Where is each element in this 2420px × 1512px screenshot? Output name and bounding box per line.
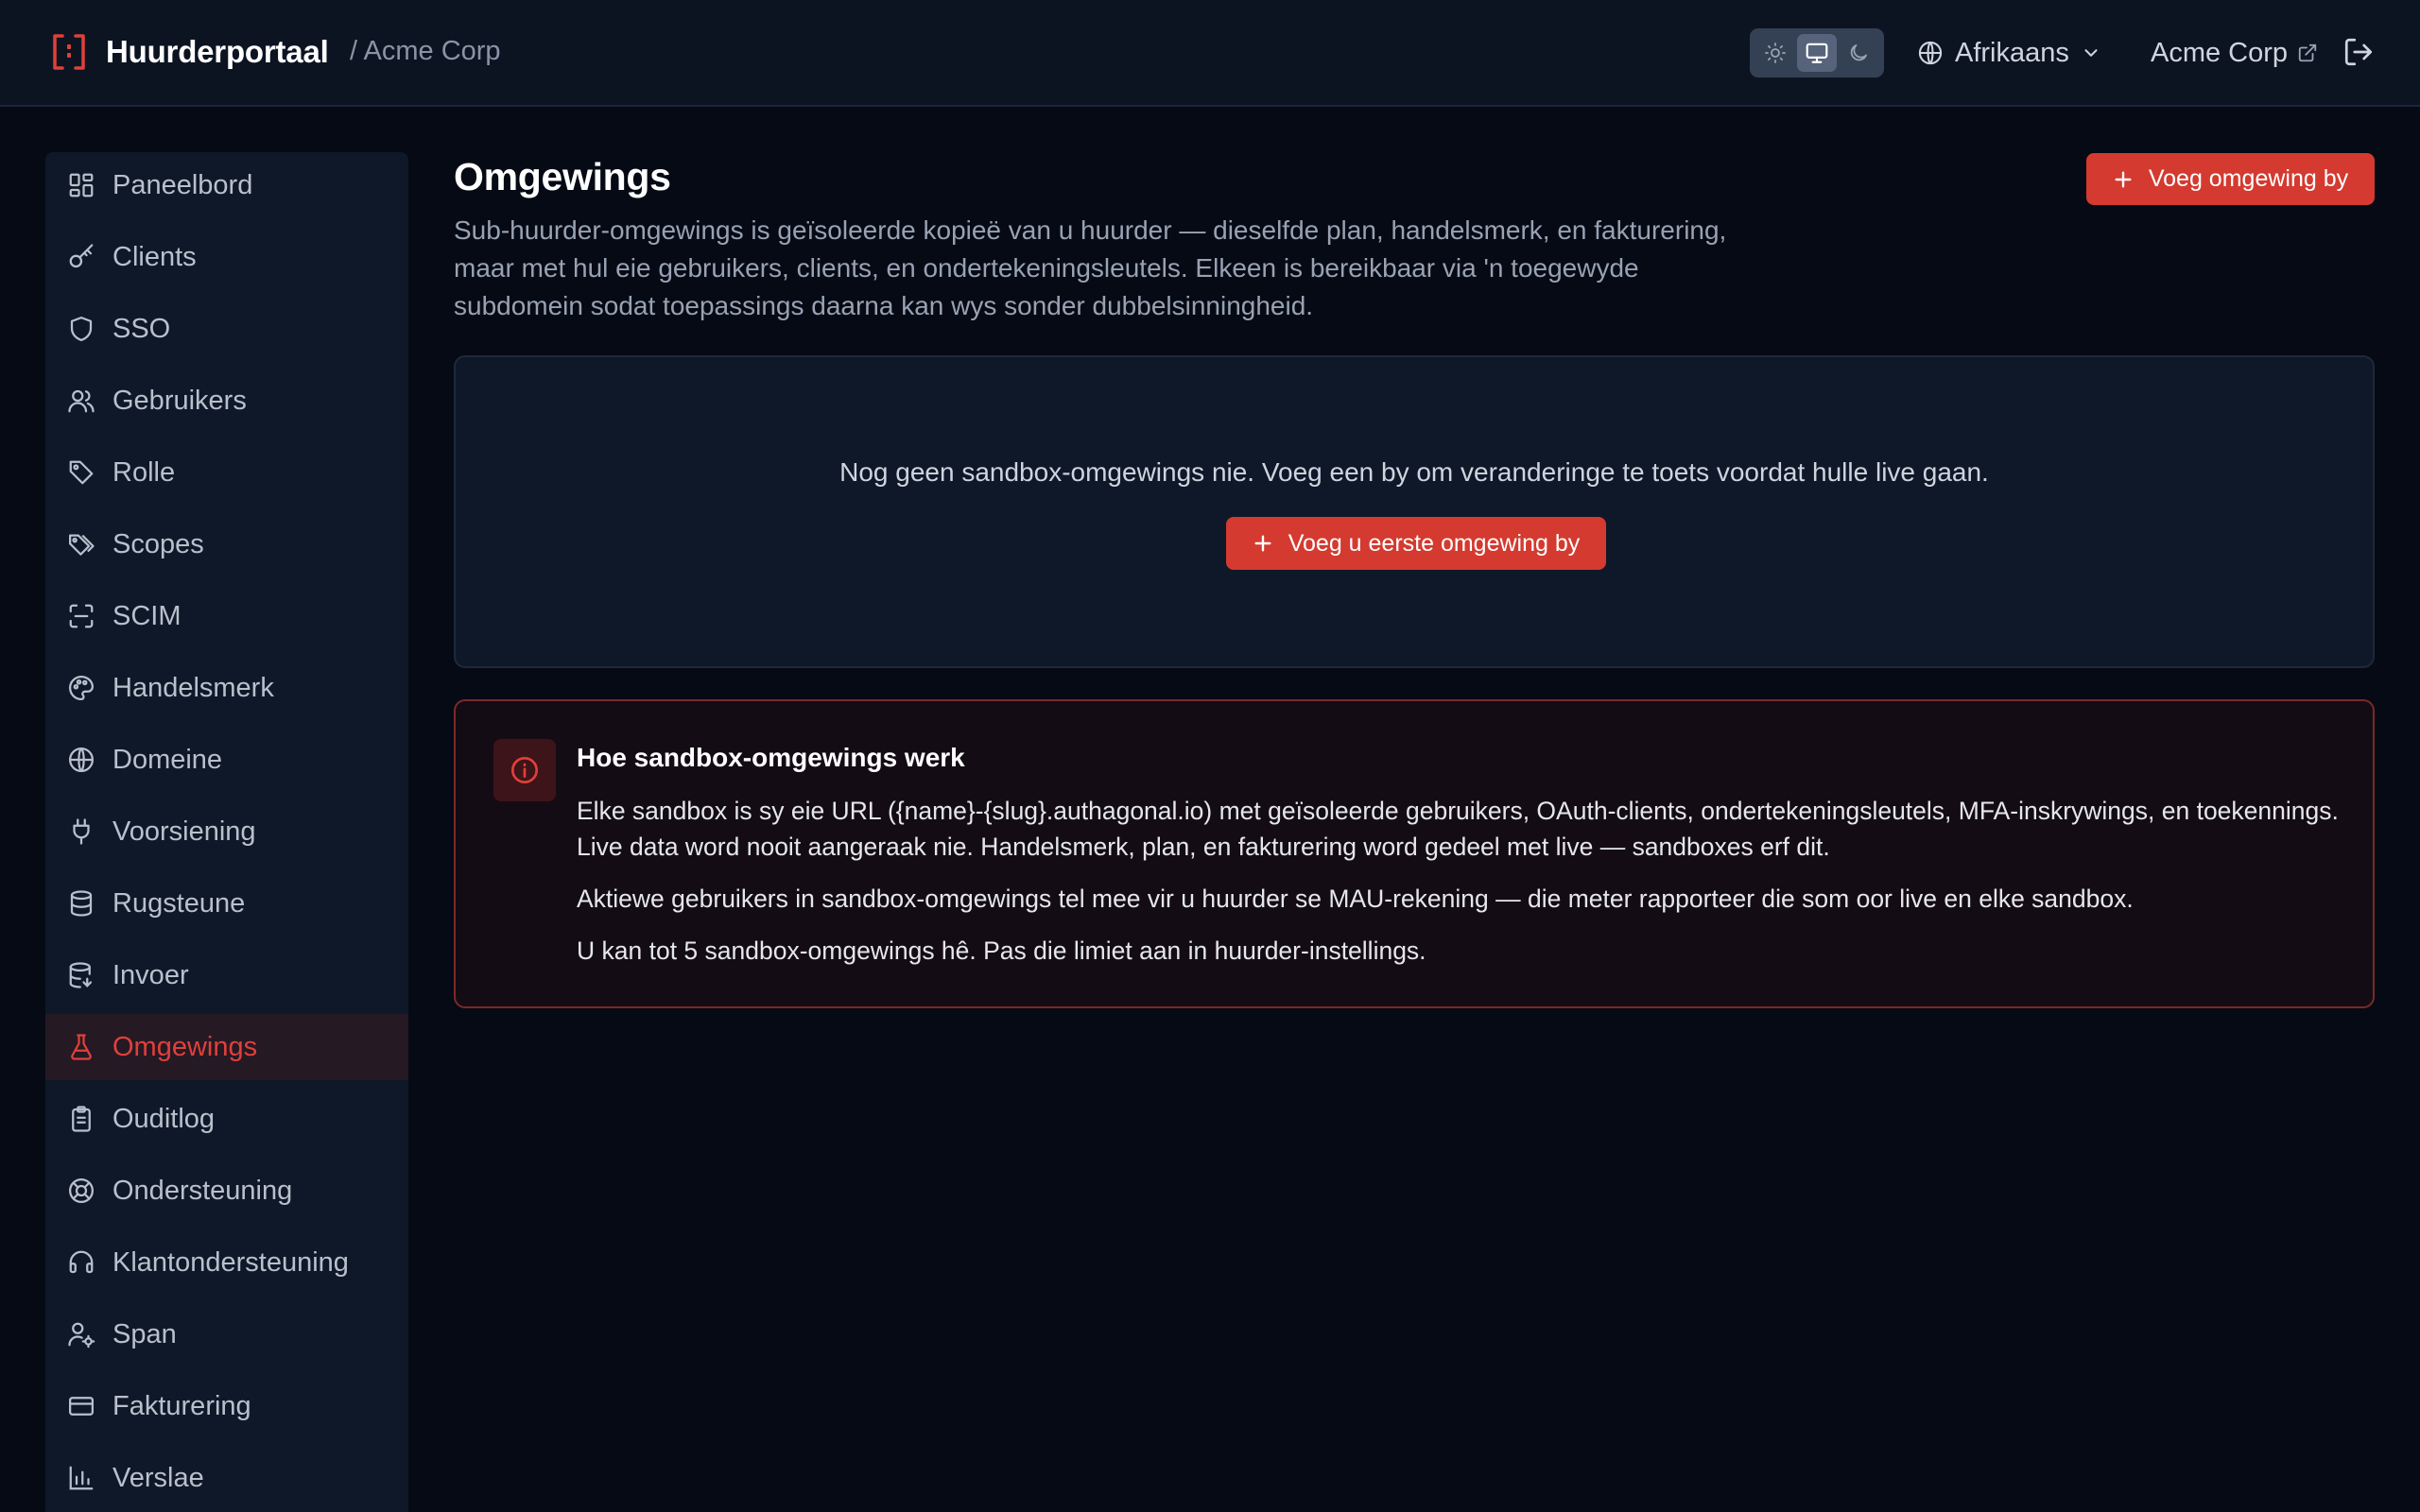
- sidebar-item-label: SSO: [112, 313, 171, 344]
- info-title: Hoe sandbox-omgewings werk: [577, 743, 965, 772]
- credit-card-icon: [69, 1397, 94, 1416]
- sidebar-item-clients[interactable]: Clients: [45, 224, 408, 290]
- language-label: Afrikaans: [1955, 37, 2069, 68]
- sidebar-item-label: Domeine: [112, 744, 223, 775]
- sidebar-item-invoer[interactable]: Invoer: [45, 942, 408, 1008]
- bar-chart-icon: [69, 1466, 94, 1490]
- brand-logo-icon[interactable]: [51, 32, 87, 72]
- top-bar: Huurderportaal / Acme Corp Afrikaans Acm…: [0, 0, 2420, 107]
- database-import-icon: [69, 962, 93, 988]
- sidebar-item-scopes[interactable]: Scopes: [45, 511, 408, 577]
- sidebar-item-label: Voorsiening: [112, 816, 256, 847]
- page-title: Omgewings: [454, 155, 671, 198]
- tag-icon: [69, 460, 94, 485]
- chevron-down-icon: [2084, 49, 2098, 57]
- sidebar-item-span[interactable]: Span: [45, 1301, 408, 1367]
- globe-icon: [1918, 41, 1943, 65]
- sidebar-item-label: Ondersteuning: [112, 1175, 293, 1206]
- empty-state-message: Nog geen sandbox-omgewings nie. Voeg een…: [839, 457, 1989, 487]
- plus-icon: [1254, 535, 1271, 552]
- breadcrumb: / Acme Corp: [350, 36, 501, 66]
- key-icon: [69, 244, 94, 268]
- sidebar-item-label: Ouditlog: [112, 1103, 216, 1134]
- sidebar-item-voorsiening[interactable]: Voorsiening: [45, 799, 408, 865]
- sidebar-item-klantondersteuning[interactable]: Klantondersteuning: [45, 1229, 408, 1296]
- theme-system-button[interactable]: [1797, 34, 1837, 72]
- info-paragraph: U kan tot 5 sandbox-omgewings hê. Pas di…: [577, 936, 1426, 965]
- info-paragraph: Aktiewe gebruikers in sandbox-omgewings …: [577, 885, 2134, 913]
- flask-icon: [71, 1034, 92, 1060]
- clipboard-icon: [72, 1106, 91, 1132]
- sidebar-item-rolle[interactable]: Rolle: [45, 439, 408, 506]
- sidebar-item-label: Invoer: [112, 959, 189, 990]
- sidebar-item-ondersteuning[interactable]: Ondersteuning: [45, 1158, 408, 1224]
- sidebar-item-handelsmerk[interactable]: Handelsmerk: [45, 655, 408, 721]
- sidebar-item-omgewings[interactable]: Omgewings: [45, 1014, 408, 1080]
- sidebar-item-label: Paneelbord: [112, 169, 253, 200]
- language-selector[interactable]: Afrikaans: [1917, 32, 2101, 74]
- add-first-environment-label: Voeg u eerste omgewing by: [1288, 529, 1581, 557]
- info-icon-badge: [493, 739, 556, 801]
- user-cog-icon: [68, 1322, 95, 1349]
- sidebar: Paneelbord Clients SSO Gebruikers Rolle …: [45, 152, 408, 1512]
- logout-icon[interactable]: [2342, 36, 2375, 68]
- database-icon: [70, 890, 93, 917]
- monitor-icon: [1806, 43, 1828, 63]
- sidebar-item-label: SCIM: [112, 600, 182, 631]
- sidebar-item-label: Klantondersteuning: [112, 1246, 349, 1278]
- sidebar-item-gebruikers[interactable]: Gebruikers: [45, 368, 408, 434]
- sidebar-item-label: Omgewings: [112, 1031, 258, 1062]
- plug-icon: [73, 818, 90, 845]
- globe-icon: [69, 747, 94, 772]
- add-environment-label: Voeg omgewing by: [2148, 165, 2349, 192]
- sidebar-item-label: Span: [112, 1318, 177, 1349]
- sidebar-item-sso[interactable]: SSO: [45, 296, 408, 362]
- sidebar-item-label: Gebruikers: [112, 385, 247, 416]
- sun-icon: [1765, 43, 1786, 63]
- lifebuoy-icon: [69, 1178, 94, 1203]
- moon-icon: [1850, 44, 1867, 61]
- sidebar-item-label: Clients: [112, 241, 197, 272]
- sidebar-item-rugsteune[interactable]: Rugsteune: [45, 870, 408, 936]
- page-description: Sub-huurder-omgewings is geïsoleerde kop…: [454, 215, 1727, 320]
- external-link-icon: [2298, 43, 2317, 62]
- tenant-link[interactable]: Acme Corp: [2151, 32, 2318, 74]
- add-first-environment-button[interactable]: Voeg u eerste omgewing by: [1226, 517, 1606, 570]
- theme-toggle: [1750, 28, 1884, 77]
- dashboard-icon: [69, 173, 94, 198]
- sidebar-item-verslae[interactable]: Verslae: [45, 1445, 408, 1511]
- headset-icon: [69, 1250, 94, 1274]
- sidebar-item-scim[interactable]: SCIM: [45, 583, 408, 649]
- tenant-link-label: Acme Corp: [2151, 37, 2289, 68]
- sidebar-item-domeine[interactable]: Domeine: [45, 727, 408, 793]
- sidebar-item-label: Verslae: [112, 1462, 204, 1493]
- add-environment-button[interactable]: Voeg omgewing by: [2086, 153, 2375, 205]
- theme-dark-button[interactable]: [1839, 34, 1878, 72]
- sidebar-item-label: Rolle: [112, 456, 176, 488]
- brand-name[interactable]: Huurderportaal: [106, 34, 329, 70]
- sidebar-item-paneelbord[interactable]: Paneelbord: [45, 152, 408, 218]
- sidebar-item-fakturering[interactable]: Fakturering: [45, 1373, 408, 1439]
- info-callout: Hoe sandbox-omgewings werk Elke sandbox …: [454, 699, 2375, 1008]
- info-paragraph: Elke sandbox is sy eie URL ({name}-{slug…: [577, 797, 2339, 861]
- sidebar-item-label: Fakturering: [112, 1390, 251, 1421]
- sidebar-item-label: Rugsteune: [112, 887, 246, 919]
- info-icon: [511, 757, 538, 783]
- info-body: Elke sandbox is sy eie URL ({name}-{slug…: [577, 793, 2354, 985]
- plus-icon: [2115, 170, 2132, 188]
- scan-icon: [69, 604, 94, 628]
- palette-icon: [69, 676, 94, 700]
- sidebar-item-label: Handelsmerk: [112, 672, 274, 703]
- shield-icon: [70, 317, 93, 341]
- theme-light-button[interactable]: [1755, 34, 1795, 72]
- empty-state-card: Nog geen sandbox-omgewings nie. Voeg een…: [454, 355, 2375, 668]
- sidebar-item-label: Scopes: [112, 528, 204, 559]
- tags-icon: [69, 534, 95, 556]
- users-icon: [68, 389, 95, 413]
- sidebar-item-ouditlog[interactable]: Ouditlog: [45, 1086, 408, 1152]
